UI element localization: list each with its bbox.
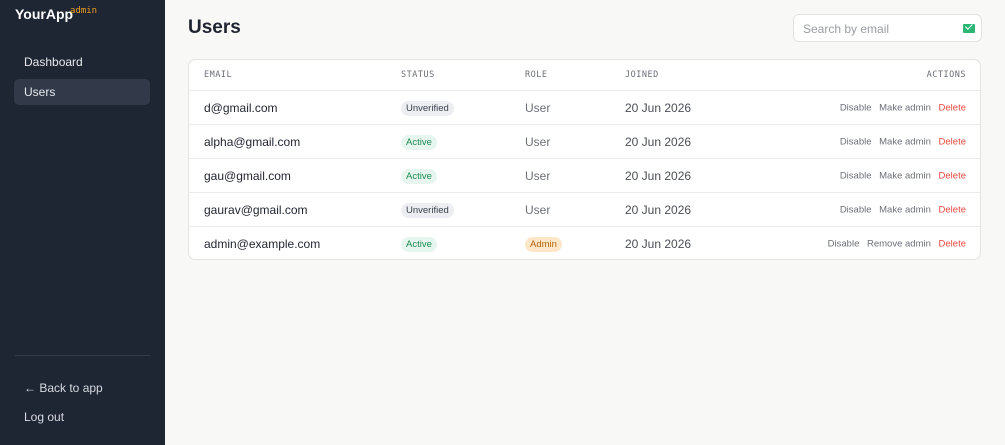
disable-button[interactable]: Disable (840, 170, 872, 181)
app-name: YourApp (15, 6, 74, 22)
table-header: EMAIL STATUS ROLE JOINED ACTIONS (189, 60, 980, 91)
joined-date: 20 Jun 2026 (625, 134, 692, 149)
sidebar-divider (15, 355, 150, 356)
column-header-joined: JOINED (625, 70, 659, 80)
search-input[interactable] (803, 20, 953, 37)
role-badge: Admin (525, 237, 562, 252)
user-email: gau@gmail.com (204, 168, 291, 183)
disable-button[interactable]: Disable (840, 204, 872, 215)
make-admin-button[interactable]: Make admin (879, 102, 931, 113)
user-email: gaurav@gmail.com (204, 202, 308, 217)
status-cell: Unverified (401, 202, 454, 218)
joined-date: 20 Jun 2026 (625, 202, 692, 217)
users-table: EMAIL STATUS ROLE JOINED ACTIONS d@gmail… (188, 59, 981, 260)
disable-button[interactable]: Disable (828, 239, 860, 250)
disable-button[interactable]: Disable (840, 136, 872, 147)
user-role: User (525, 134, 551, 149)
status-cell: Active (401, 168, 437, 184)
delete-button[interactable]: Delete (939, 136, 966, 147)
sidebar-item-users[interactable]: Users (14, 79, 150, 105)
search-box (793, 14, 982, 42)
status-cell: Unverified (401, 100, 454, 116)
status-cell: Active (401, 236, 437, 252)
joined-date: 20 Jun 2026 (625, 168, 692, 183)
status-badge: Active (401, 237, 437, 252)
status-cell: Active (401, 134, 437, 150)
sidebar-item-dashboard[interactable]: Dashboard (14, 49, 150, 75)
column-header-role: ROLE (525, 70, 548, 80)
column-header-email: EMAIL (204, 70, 233, 80)
status-badge: Active (401, 168, 437, 184)
disable-button[interactable]: Disable (840, 102, 872, 113)
status-badge: Unverified (401, 100, 454, 116)
make-admin-button[interactable]: Make admin (879, 204, 931, 215)
joined-date: 20 Jun 2026 (625, 237, 692, 251)
delete-button[interactable]: Delete (939, 204, 966, 215)
delete-button[interactable]: Delete (939, 239, 966, 250)
user-email: alpha@gmail.com (204, 134, 301, 149)
page-title: Users (188, 17, 241, 38)
logout-link[interactable]: Log out (24, 410, 64, 424)
row-actions: Disable Make admin Delete (835, 102, 966, 113)
user-role: User (525, 168, 551, 183)
table-row: gaurav@gmail.com Unverified User 20 Jun … (189, 193, 980, 227)
joined-date: 20 Jun 2026 (625, 100, 692, 115)
row-actions: Disable Make admin Delete (835, 170, 966, 181)
table-row: d@gmail.com Unverified User 20 Jun 2026 … (189, 91, 980, 125)
user-role: User (525, 202, 551, 217)
row-actions: Disable Make admin Delete (835, 204, 966, 215)
admin-badge: admin (70, 6, 98, 16)
user-email: d@gmail.com (204, 100, 278, 115)
remove-admin-button[interactable]: Remove admin (867, 239, 931, 250)
user-role: User (525, 100, 551, 115)
delete-button[interactable]: Delete (939, 170, 966, 181)
sidebar: YourApp admin Dashboard Users ← Back to … (0, 0, 165, 445)
row-actions: Disable Make admin Delete (835, 136, 966, 147)
back-to-app-link[interactable]: ← Back to app (24, 381, 103, 395)
status-badge: Unverified (401, 202, 454, 218)
role-cell: Admin (525, 236, 562, 252)
brand: YourApp admin (15, 6, 97, 24)
envelope-icon (963, 24, 975, 33)
user-email: admin@example.com (204, 237, 321, 251)
status-badge: Active (401, 134, 437, 150)
row-actions: Disable Remove admin Delete (823, 239, 966, 250)
column-header-status: STATUS (401, 70, 435, 80)
column-header-actions: ACTIONS (926, 70, 966, 80)
table-row: alpha@gmail.com Active User 20 Jun 2026 … (189, 125, 980, 159)
table-row: gau@gmail.com Active User 20 Jun 2026 Di… (189, 159, 980, 193)
make-admin-button[interactable]: Make admin (879, 170, 931, 181)
table-row: admin@example.com Active Admin 20 Jun 20… (189, 227, 980, 259)
delete-button[interactable]: Delete (939, 102, 966, 113)
make-admin-button[interactable]: Make admin (879, 136, 931, 147)
